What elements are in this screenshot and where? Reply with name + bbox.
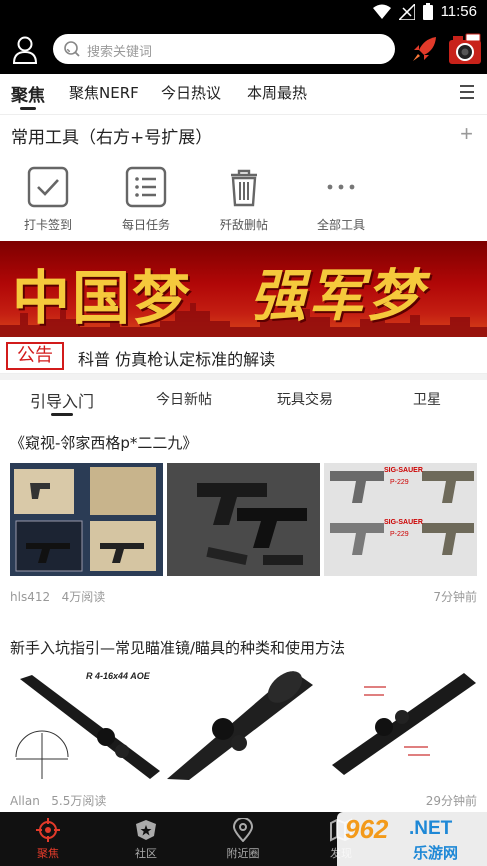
list-icon (125, 166, 167, 208)
battery-icon (422, 3, 433, 20)
tool-all-tools[interactable]: 全部工具 (301, 166, 381, 233)
author-name: hls412 (10, 590, 51, 604)
tab-underline (20, 107, 36, 110)
watermark-domain: .NET (409, 818, 453, 839)
article-title[interactable]: 《窥视-邻家西格p*二二九》 (10, 432, 197, 453)
read-count: 5.5万阅读 (51, 794, 107, 808)
thumbnail-image[interactable] (167, 463, 320, 576)
notice-text: 科普 仿真枪认定标准的解读 (78, 350, 276, 369)
status-bar: 11:56 (0, 0, 487, 26)
tools-row: 打卡签到 每日任务 歼敌删帖 全部工具 (0, 162, 487, 238)
article-thumbnails[interactable]: R 4-16x44 AOE (0, 667, 487, 782)
tab-today-hot[interactable]: 今日热议 (161, 82, 221, 103)
nav-jujiao[interactable]: 聚焦 (13, 818, 83, 861)
nav-nearby[interactable]: 附近圈 (208, 818, 278, 861)
watermark-number: 962 (345, 814, 389, 844)
tab-new-posts[interactable]: 今日新帖 (156, 389, 212, 409)
thumb-label: P-229 (390, 479, 409, 486)
search-placeholder: 搜索关键词 (87, 45, 153, 60)
checkbox-icon (27, 166, 69, 208)
trash-icon (231, 169, 257, 207)
tool-label: 每日任务 (121, 218, 170, 232)
article-thumbnails[interactable]: SIG-SAUER P-229 SIG-SAUER P-229 (0, 463, 487, 578)
wifi-icon (372, 4, 391, 19)
tool-label: 打卡签到 (23, 218, 72, 232)
thumb-label: R 4-16x44 AOE (86, 671, 150, 681)
tab-beginner-guide[interactable]: 引导入门 (30, 388, 94, 412)
article-author: hls412 4万阅读 (10, 588, 105, 605)
tab-jujiao-nerf[interactable]: 聚焦NERF (69, 82, 139, 103)
tools-title: 常用工具（右方+号扩展） (11, 128, 213, 148)
search-input[interactable]: 搜索关键词 (53, 34, 395, 64)
sub-tabs: 引导入门 今日新帖 玩具交易 卫星 (0, 380, 487, 422)
banner-slogan-1: 中国梦 (12, 264, 193, 332)
tool-checkin[interactable]: 打卡签到 (8, 166, 88, 233)
tool-label: 歼敌删帖 (219, 218, 268, 232)
article-title[interactable]: 新手入坑指引—常见瞄准镜/瞄具的种类和使用方法 (10, 637, 345, 658)
tool-label: 全部工具 (316, 218, 365, 232)
thumbnail-image[interactable] (167, 667, 320, 780)
author-name: Allan (10, 794, 40, 808)
article-time: 7分钟前 (433, 590, 477, 604)
nav-label: 聚焦 (37, 847, 59, 860)
thumb-label: SIG-SAUER (384, 467, 423, 474)
notice-badge: 公告 (6, 342, 64, 370)
sub-tab-underline (51, 413, 73, 416)
target-icon (36, 818, 60, 842)
channel-tabs: 聚焦 聚焦NERF 今日热议 本周最热 (0, 74, 487, 114)
more-dots-icon (327, 184, 355, 190)
signal-icon (398, 3, 415, 20)
banner[interactable]: 中国梦 强军梦 (0, 241, 487, 337)
tab-jujiao[interactable]: 聚焦 (11, 81, 45, 106)
tool-daily-task[interactable]: 每日任务 (106, 166, 186, 233)
thumbnail-image[interactable] (324, 667, 477, 780)
rocket-icon[interactable] (410, 34, 440, 64)
tab-toy-trade[interactable]: 玩具交易 (277, 389, 333, 409)
user-icon[interactable] (12, 36, 38, 64)
search-icon (64, 41, 80, 57)
nav-label: 社区 (135, 847, 157, 860)
thumbnail-image[interactable]: R 4-16x44 AOE (10, 667, 163, 780)
tool-delete-post[interactable]: 歼敌删帖 (204, 166, 284, 233)
tab-satellite[interactable]: 卫星 (413, 389, 441, 409)
watermark-site-name: 乐游网 (413, 844, 459, 862)
article-author: Allan 5.5万阅读 (10, 792, 106, 809)
community-icon (136, 820, 156, 840)
top-bar: 搜索关键词 (0, 26, 487, 74)
camera-icon[interactable] (448, 32, 482, 66)
location-icon (232, 818, 254, 842)
thumb-label: P-229 (390, 531, 409, 538)
tools-header: 常用工具（右方+号扩展） + (0, 114, 487, 154)
site-watermark: 962 .NET 乐游网 (337, 812, 487, 866)
nav-label: 附近圈 (226, 847, 260, 860)
thumb-label: SIG-SAUER (384, 519, 423, 526)
read-count: 4万阅读 (61, 590, 106, 604)
add-tool-button[interactable]: + (460, 121, 473, 147)
nav-community[interactable]: 社区 (111, 818, 181, 861)
status-time: 11:56 (440, 3, 477, 20)
notice-bar[interactable]: 公告 科普 仿真枪认定标准的解读 (0, 338, 487, 374)
article-time: 29分钟前 (425, 794, 477, 808)
thumbnail-image[interactable]: SIG-SAUER P-229 SIG-SAUER P-229 (324, 463, 477, 576)
menu-icon[interactable] (459, 84, 475, 100)
banner-slogan-2: 强军梦 (250, 263, 424, 329)
thumbnail-image[interactable] (10, 463, 163, 576)
tab-week-hot[interactable]: 本周最热 (247, 82, 307, 103)
